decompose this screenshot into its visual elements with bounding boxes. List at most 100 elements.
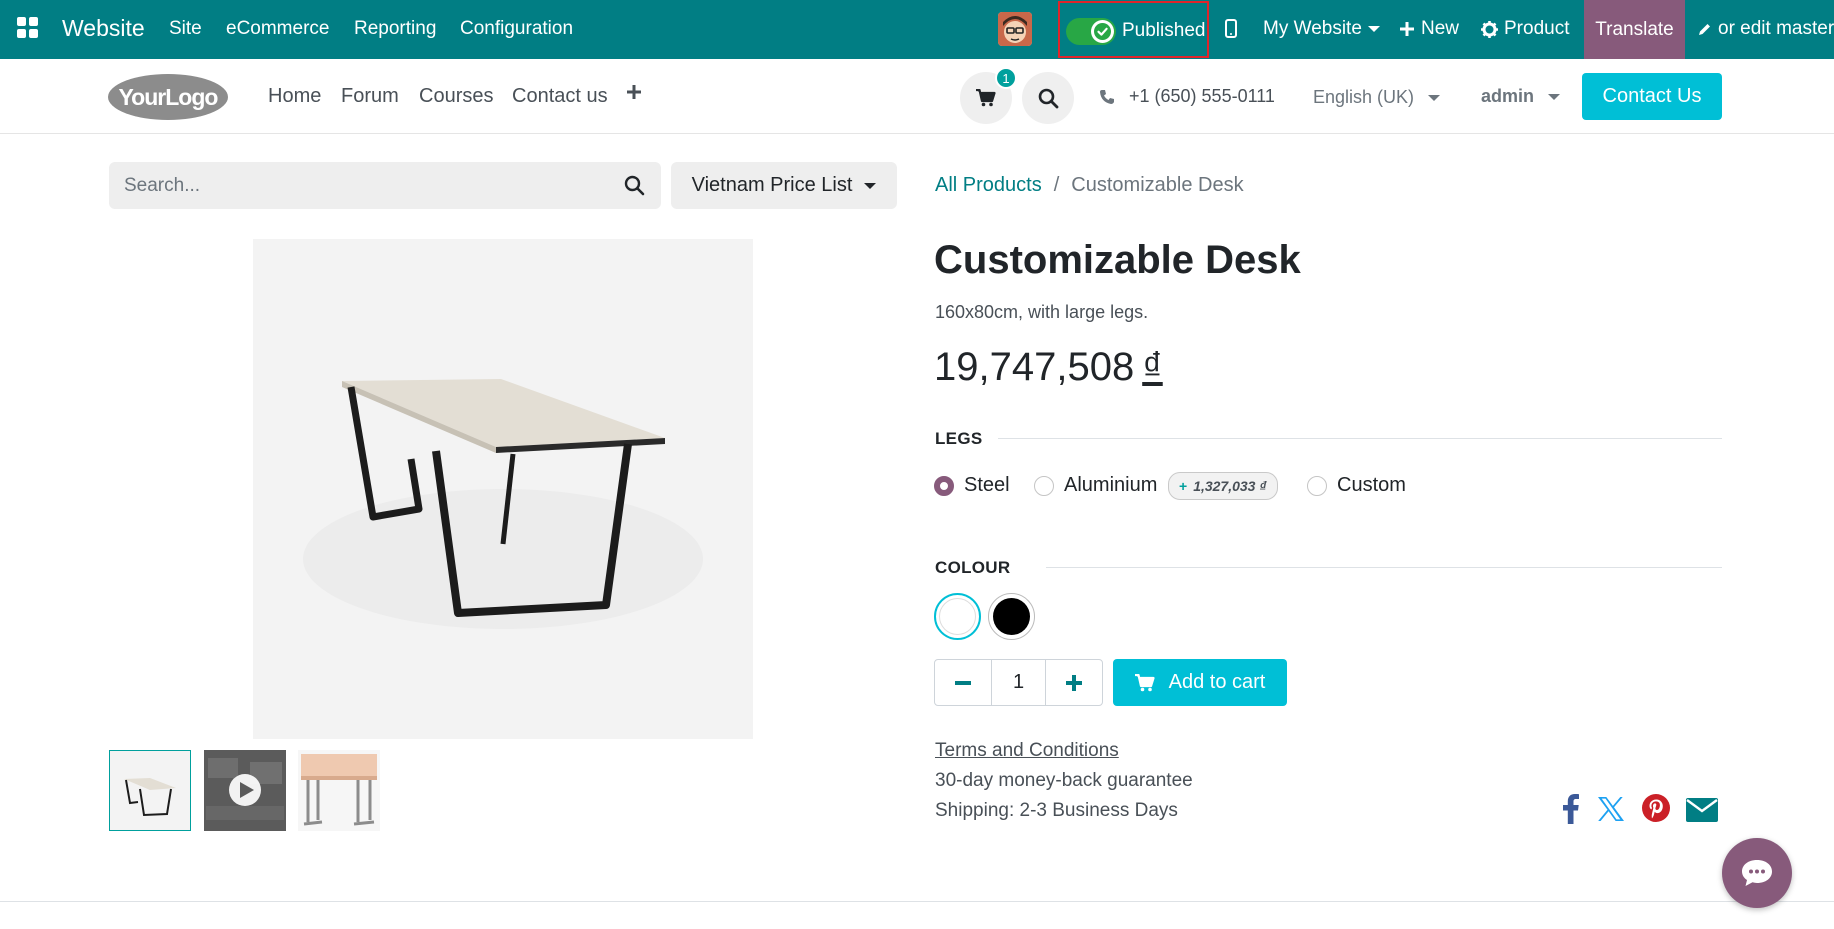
legs-option-label: Steel [964, 474, 1010, 496]
legs-option-custom[interactable]: Custom [1307, 474, 1406, 497]
my-website-label: My Website [1263, 18, 1362, 39]
add-to-cart-button[interactable]: Add to cart [1113, 659, 1287, 706]
product-title: Customizable Desk [934, 238, 1301, 282]
livechat-button[interactable] [1722, 838, 1792, 908]
colour-swatch-black[interactable] [988, 593, 1035, 640]
admin-topbar: Website Site eCommerce Reporting Configu… [0, 0, 1834, 59]
plus-icon [1066, 674, 1082, 691]
legs-divider [998, 438, 1722, 439]
pricelist-dropdown[interactable]: Vietnam Price List [671, 162, 897, 209]
apps-grid-icon[interactable] [17, 17, 39, 39]
new-label: New [1421, 18, 1460, 39]
user-avatar[interactable] [998, 12, 1032, 46]
product-main-image[interactable] [253, 239, 753, 739]
product-price: 19,747,508 ₫ [934, 345, 1163, 390]
translate-button[interactable]: Translate [1584, 0, 1685, 59]
phone-number: +1 (650) 555-0111 [1129, 86, 1275, 106]
email-icon[interactable] [1686, 798, 1718, 822]
aluminium-extra-price-badge: + 1,327,033 ₫ [1168, 472, 1278, 500]
cart-count-badge: 1 [995, 67, 1017, 89]
quantity-input[interactable] [991, 660, 1046, 705]
legs-option-aluminium[interactable]: Aluminium [1034, 474, 1157, 497]
radio-aluminium[interactable] [1034, 475, 1054, 496]
mobile-preview-icon[interactable] [1225, 19, 1237, 38]
cart-icon [1134, 673, 1155, 691]
plus-sign: + [1179, 478, 1188, 494]
breadcrumb-all-products[interactable]: All Products [935, 174, 1042, 197]
add-menu-plus-icon[interactable] [626, 84, 642, 100]
language-label: English (UK) [1313, 87, 1415, 107]
price-currency: ₫ [1142, 345, 1163, 389]
extra-price: 1,327,033 ₫ [1193, 478, 1267, 494]
minus-button[interactable] [935, 660, 991, 705]
product-button[interactable]: Product [1481, 18, 1569, 40]
header-search-button[interactable] [1022, 72, 1074, 124]
language-selector[interactable]: English (UK) [1313, 87, 1441, 108]
contact-us-button[interactable]: Contact Us [1582, 73, 1722, 120]
legs-option-label: Aluminium [1064, 474, 1158, 496]
guarantee-text: 30-day money-back guarantee [935, 770, 1193, 791]
add-to-cart-label: Add to cart [1168, 671, 1266, 693]
gear-icon [1481, 20, 1498, 38]
radio-custom[interactable] [1307, 475, 1327, 496]
site-logo[interactable]: YourLogo [107, 73, 229, 121]
x-twitter-icon[interactable] [1597, 796, 1625, 822]
thumbnail-video[interactable] [204, 750, 286, 831]
legs-label: LEGS [935, 429, 983, 448]
terms-link[interactable]: Terms and Conditions [935, 740, 1119, 762]
edit-master-label: or edit master [1718, 18, 1834, 39]
menu-reporting[interactable]: Reporting [354, 18, 436, 40]
published-label: Published [1122, 20, 1206, 41]
check-icon [1091, 20, 1114, 43]
search-icon[interactable] [624, 175, 645, 196]
search-input[interactable] [109, 162, 609, 209]
chat-bubble-icon [1742, 860, 1772, 886]
minus-icon [955, 680, 971, 685]
product-label: Product [1504, 18, 1570, 39]
my-website-dropdown[interactable]: My Website [1263, 18, 1380, 40]
nav-courses[interactable]: Courses [419, 85, 493, 108]
user-menu[interactable]: admin [1481, 86, 1561, 107]
shipping-text: Shipping: 2-3 Business Days [935, 800, 1178, 821]
radio-steel[interactable] [934, 475, 954, 496]
publish-switch[interactable] [1066, 18, 1116, 45]
legs-option-steel[interactable]: Steel [934, 474, 1010, 497]
menu-site[interactable]: Site [169, 18, 202, 40]
nav-forum[interactable]: Forum [341, 85, 399, 108]
published-toggle[interactable]: Published [1058, 1, 1209, 58]
pencil-icon [1699, 23, 1710, 35]
chevron-down-icon [864, 182, 877, 189]
phone-icon [1100, 89, 1114, 104]
chevron-down-icon [1428, 94, 1441, 101]
nav-contact-us[interactable]: Contact us [512, 85, 608, 108]
chevron-down-icon [1367, 26, 1380, 32]
product-search [109, 162, 661, 209]
colour-swatch-white[interactable] [934, 593, 981, 640]
price-amount: 19,747,508 [934, 345, 1135, 389]
plus-button[interactable] [1046, 660, 1102, 705]
menu-ecommerce[interactable]: eCommerce [226, 18, 329, 40]
facebook-icon[interactable] [1563, 794, 1579, 824]
site-header: YourLogo Home Forum Courses Contact us 1… [0, 59, 1834, 134]
app-brand[interactable]: Website [62, 15, 145, 42]
quantity-stepper [934, 659, 1103, 706]
breadcrumb-current: Customizable Desk [1071, 174, 1244, 196]
product-description: 160x80cm, with large legs. [935, 302, 1149, 322]
pinterest-icon[interactable] [1642, 794, 1670, 822]
black-swatch-fill [993, 598, 1030, 635]
thumbnail-desk[interactable] [109, 750, 191, 831]
colour-divider [1046, 567, 1722, 568]
plus-icon [1400, 22, 1414, 36]
footer-divider [0, 901, 1834, 902]
white-swatch-fill [939, 598, 976, 635]
svg-text:YourLogo: YourLogo [119, 84, 219, 110]
breadcrumb-separator: / [1053, 174, 1060, 196]
new-button[interactable]: New [1399, 18, 1459, 40]
pricelist-label: Vietnam Price List [691, 174, 853, 196]
edit-master-button[interactable]: or edit master [1697, 18, 1834, 40]
thumbnail-desk-wood[interactable] [298, 750, 380, 831]
chevron-down-icon [1548, 93, 1561, 100]
menu-configuration[interactable]: Configuration [460, 18, 573, 40]
phone-contact[interactable]: +1 (650) 555-0111 [1099, 86, 1275, 107]
nav-home[interactable]: Home [268, 85, 321, 108]
